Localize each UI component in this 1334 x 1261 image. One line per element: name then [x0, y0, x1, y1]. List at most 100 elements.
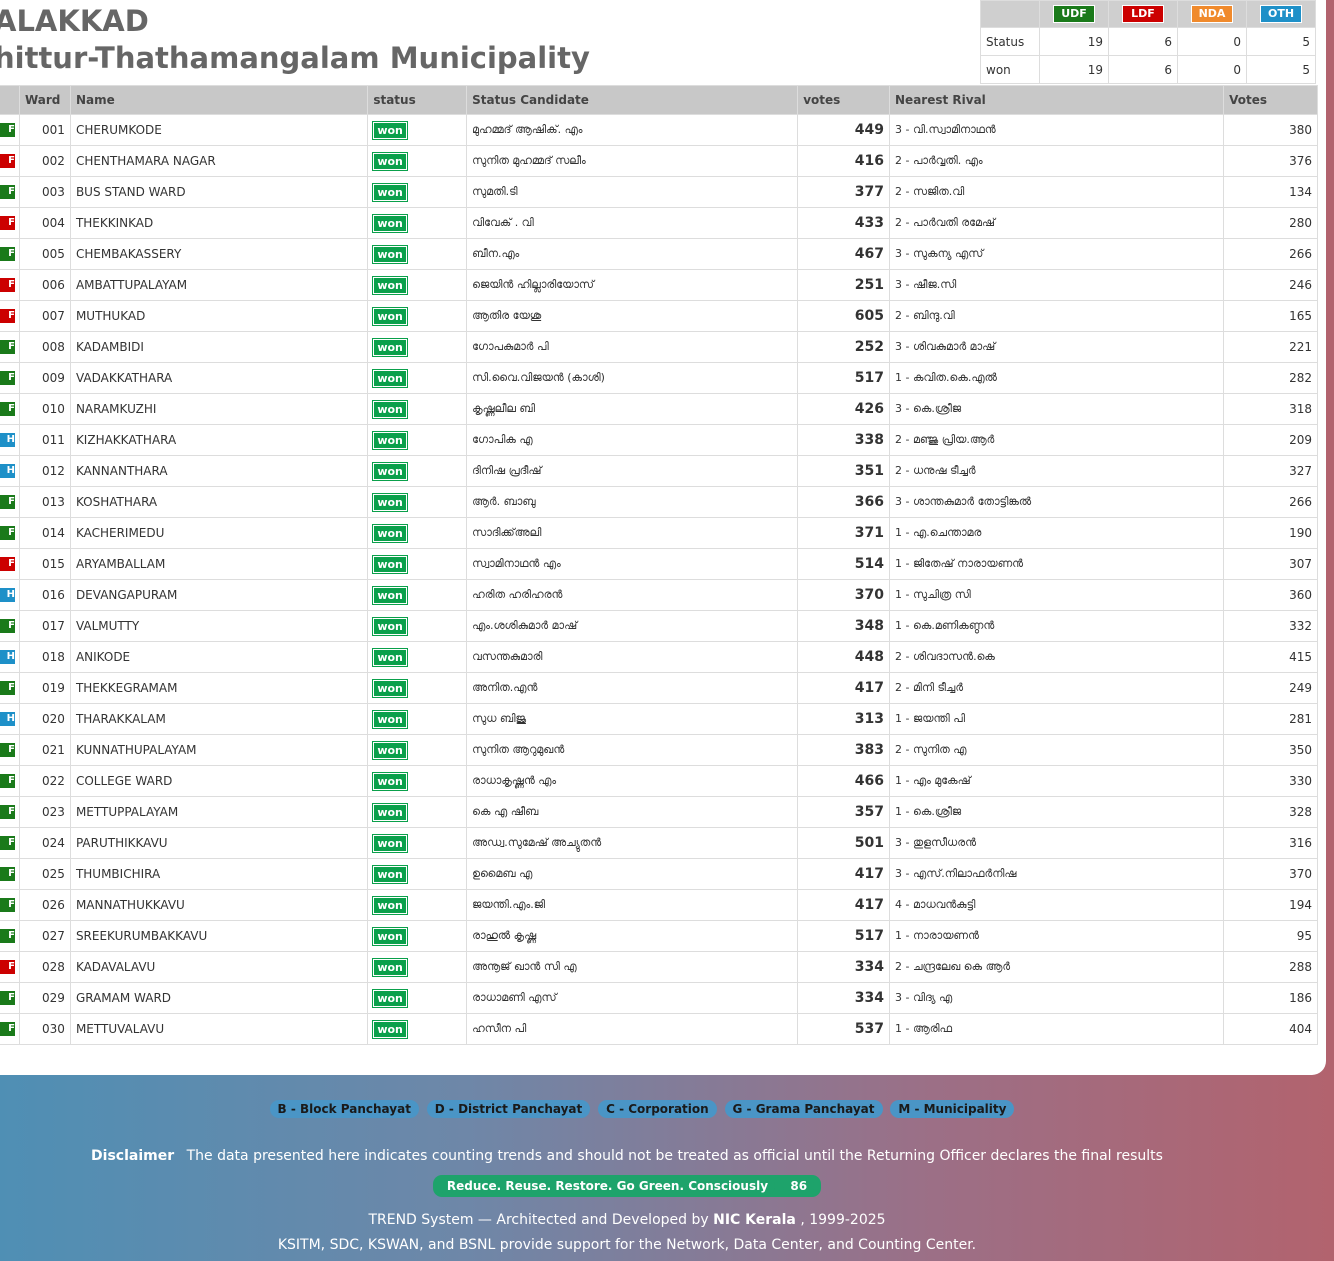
table-row[interactable]: F 022 COLLEGE WARD won രാധാകൃഷ്ണൻ എം 466 1 - എ… [0, 765, 1318, 797]
table-row[interactable]: F 006 AMBATTUPALAYAM won ജെയിൻ ഹില്ലാരിയോസ് 2… [0, 269, 1318, 301]
ward-number: 004 [18, 207, 71, 239]
summary-value: 19 [1039, 27, 1109, 56]
ward-number: 012 [18, 455, 71, 487]
nearest-rival: 1 - കവിത.കെ.എൽ [889, 362, 1225, 394]
party-cell: F [0, 486, 20, 518]
table-row[interactable]: F 025 THUMBICHIRA won ഉമൈബ എ 417 3 - എസ്.നിലാഫ… [0, 858, 1318, 890]
party-badge-udf[interactable]: UDF [1053, 5, 1095, 23]
party-flag: F [0, 557, 15, 571]
table-row[interactable]: F 028 KADAVALAVU won അനൂജ് ഖാൻ സി എ 334 2 - ചന… [0, 951, 1318, 983]
won-badge: won [372, 988, 408, 1008]
table-row[interactable]: F 023 METTUPPALAYAM won കെ എ ഷീബ 357 1 - കെ.ശ്… [0, 796, 1318, 828]
table-row[interactable]: F 026 MANNATHUKKAVU won ജയന്തി.എം.ജി 417 4 - മ… [0, 889, 1318, 921]
winning-candidate: ഗോപകുമാർ പി [466, 331, 799, 363]
ward-name: THEKKEGRAMAM [69, 672, 369, 704]
party-badge-ldf[interactable]: LDF [1122, 5, 1164, 23]
table-row[interactable]: F 024 PARUTHIKKAVU won അഡ്വ.സുമേഷ് അച്യുതൻ 50… [0, 827, 1318, 859]
status-cell: won [367, 300, 468, 332]
status-cell: won [367, 362, 468, 394]
ward-number: 020 [18, 703, 71, 735]
winning-candidate: വസന്തകുമാരി [466, 641, 799, 673]
table-row[interactable]: F 010 NARAMKUZHI won കൃഷ്ണലീല ബി 426 3 - കെ.ശ്… [0, 393, 1318, 425]
column-header-rival-votes[interactable]: Votes [1223, 85, 1318, 115]
party-flag: F [0, 526, 15, 540]
table-row[interactable]: F 019 THEKKEGRAMAM won അനിത.എൻ 417 2 - മിനി ടീ… [0, 672, 1318, 704]
party-flag: F [0, 402, 15, 416]
summary-value: 0 [1177, 27, 1247, 56]
table-row[interactable]: F 009 VADAKKATHARA won സി.വൈ.വിജയൻ (കാശി) 517… [0, 362, 1318, 394]
credit-org[interactable]: NIC Kerala [713, 1212, 796, 1228]
candidate-votes: 448 [797, 641, 891, 673]
legend-corporation[interactable]: C - Corporation [598, 1100, 717, 1118]
won-badge: won [372, 616, 408, 636]
party-flag: F [0, 1022, 15, 1036]
summary-value: 0 [1177, 55, 1247, 84]
table-row[interactable]: F 014 KACHERIMEDU won സാദിക്ക്അലി 371 1 - എ.ചെ… [0, 517, 1318, 549]
table-row[interactable]: H 016 DEVANGAPURAM won ഹരിത ഹരിഹരൻ 370 1 - സുച… [0, 579, 1318, 611]
legend-block-panchayat[interactable]: B - Block Panchayat [269, 1100, 419, 1118]
legend-district-panchayat[interactable]: D - District Panchayat [426, 1100, 591, 1118]
winning-candidate: ഉമൈബ എ [466, 858, 799, 890]
won-badge: won [372, 771, 408, 791]
party-flag: H [0, 433, 15, 447]
nearest-rival: 3 - വിദ്യ എ [889, 982, 1225, 1014]
rival-votes: 327 [1223, 455, 1318, 487]
party-badge-nda[interactable]: NDA [1191, 5, 1233, 23]
column-header-ward[interactable]: Ward [18, 85, 71, 115]
ward-name: KACHERIMEDU [69, 517, 369, 549]
summary-row-won: won 19 6 0 5 [980, 55, 1316, 84]
column-header-name[interactable]: Name [69, 85, 369, 115]
status-cell: won [367, 269, 468, 301]
credit-prefix: TREND System — Architected and Developed… [368, 1212, 709, 1228]
rival-votes: 415 [1223, 641, 1318, 673]
column-header-candidate[interactable]: Status Candidate [466, 85, 799, 115]
table-row[interactable]: H 012 KANNANTHARA won ദിനിഷ പ്രദീഷ് 351 2 - ധന… [0, 455, 1318, 487]
party-flag: F [0, 960, 15, 974]
column-header-votes[interactable]: votes [797, 85, 891, 115]
table-row[interactable]: F 027 SREEKURUMBAKKAVU won രാഹുൽ കൃഷ്ണ 517 1 -… [0, 920, 1318, 952]
candidate-votes: 501 [797, 827, 891, 859]
winning-candidate: രാധാമണി എസ് [466, 982, 799, 1014]
table-row[interactable]: F 013 KOSHATHARA won ആർ. ബാബു 366 3 - ശാന്തകുമ… [0, 486, 1318, 518]
table-row[interactable]: F 008 KADAMBIDI won ഗോപകുമാർ പി 252 3 - ശിവകുമ… [0, 331, 1318, 363]
nearest-rival: 3 - ശിവകുമാർ മാഷ് [889, 331, 1225, 363]
table-row[interactable]: F 021 KUNNATHUPALAYAM won സുനിത ആറുമുഖൻ 383 2 … [0, 734, 1318, 766]
rival-votes: 209 [1223, 424, 1318, 456]
nearest-rival: 1 - കെ.മണികണ്ഠൻ [889, 610, 1225, 642]
candidate-votes: 338 [797, 424, 891, 456]
rival-votes: 95 [1223, 920, 1318, 952]
winning-candidate: സുനിത ആറുമുഖൻ [466, 734, 799, 766]
ward-number: 010 [18, 393, 71, 425]
column-header-status[interactable]: status [367, 85, 468, 115]
legend-municipality[interactable]: M - Municipality [890, 1100, 1015, 1118]
rival-votes: 328 [1223, 796, 1318, 828]
winning-candidate: ആതിര യേശു [466, 300, 799, 332]
table-row[interactable]: F 007 MUTHUKAD won ആതിര യേശു 605 2 - ബിന്ദു.വി… [0, 300, 1318, 332]
table-row[interactable]: H 018 ANIKODE won വസന്തകുമാരി 448 2 - ശിവദാസൻ.… [0, 641, 1318, 673]
party-badge-oth[interactable]: OTH [1260, 5, 1302, 23]
table-row[interactable]: H 020 THARAKKALAM won സുധ ബിജു 313 1 - ജയന്തി … [0, 703, 1318, 735]
legend-grama-panchayat[interactable]: G - Grama Panchayat [724, 1100, 883, 1118]
ward-number: 005 [18, 238, 71, 270]
table-row[interactable]: F 030 METTUVALAVU won ഹസീന പി 537 1 - ആരിഫ 404 [0, 1013, 1318, 1045]
table-row[interactable]: F 004 THEKKINKAD won വിവേക് . വി 433 2 - പാർവത… [0, 207, 1318, 239]
table-row[interactable]: H 011 KIZHAKKATHARA won ഗോപിക എ 338 2 - മഞ്ജു … [0, 424, 1318, 456]
candidate-votes: 416 [797, 145, 891, 177]
table-row[interactable]: F 017 VALMUTTY won എം.ശശികുമാർ മാഷ് 348 1 - കെ… [0, 610, 1318, 642]
column-header-rival[interactable]: Nearest Rival [889, 85, 1225, 115]
rival-votes: 316 [1223, 827, 1318, 859]
nearest-rival: 4 - മാധവൻകുട്ടി [889, 889, 1225, 921]
table-row[interactable]: F 003 BUS STAND WARD won സുമതി.ടി 377 2 - സജിത… [0, 176, 1318, 208]
table-row[interactable]: F 029 GRAMAM WARD won രാധാമണി എസ് 334 3 - വിദ്… [0, 982, 1318, 1014]
table-row[interactable]: F 015 ARYAMBALLAM won സ്വാമിനാഥൻ എം 514 1 - ജി… [0, 548, 1318, 580]
won-badge: won [372, 709, 408, 729]
status-cell: won [367, 238, 468, 270]
ward-results-table: Ward Name status Status Candidate votes … [0, 85, 1318, 1045]
ward-number: 007 [18, 300, 71, 332]
ward-number: 027 [18, 920, 71, 952]
table-row[interactable]: F 005 CHEMBAKASSERY won ബീന.എം 467 3 - സുകന്യ … [0, 238, 1318, 270]
rival-votes: 404 [1223, 1013, 1318, 1045]
won-badge: won [372, 678, 408, 698]
table-row[interactable]: F 001 CHERUMKODE won മുഹമ്മദ് ആഷിക്. എം 449 3 … [0, 114, 1318, 146]
table-row[interactable]: F 002 CHENTHAMARA NAGAR won സുനിത മുഹമ്മദ് സ… [0, 145, 1318, 177]
